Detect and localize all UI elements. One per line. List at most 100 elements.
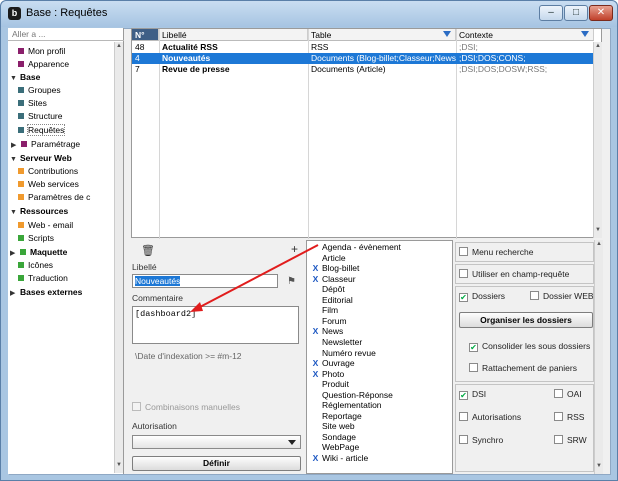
combinaisons-checkbox[interactable] xyxy=(132,402,141,411)
filter-dropdown-icon[interactable] xyxy=(443,31,451,37)
doc-type-item[interactable]: Numéro revue xyxy=(309,348,376,358)
dsi-option[interactable]: ✔ DSI xyxy=(459,389,486,400)
sidebar-item-1[interactable]: Apparence xyxy=(18,58,69,70)
sidebar-item-2[interactable]: ▼ Base xyxy=(10,71,40,83)
close-button[interactable]: ✕ xyxy=(589,5,613,21)
autorisations-checkbox[interactable] xyxy=(459,412,468,421)
consolider-checkbox[interactable]: ✔ xyxy=(469,343,478,352)
expand-toggle-icon[interactable]: ▶ xyxy=(11,140,21,152)
dsi-checkbox[interactable]: ✔ xyxy=(459,391,468,400)
doc-type-item[interactable]: X Wiki - article xyxy=(309,453,369,463)
autorisations-option[interactable]: Autorisations xyxy=(459,412,521,422)
column-header-table[interactable]: Table xyxy=(308,29,456,41)
libelle-input[interactable]: Nouveautés xyxy=(132,274,278,288)
goto-input[interactable]: Aller a ... xyxy=(8,28,124,41)
sidebar-item-13[interactable]: Web - email xyxy=(18,219,73,231)
sidebar-item-9[interactable]: Contributions xyxy=(18,165,78,177)
commentaire-textarea[interactable]: [dashboard2] xyxy=(132,306,299,344)
doc-type-item[interactable]: Reportage xyxy=(309,411,362,421)
table-row[interactable]: 48 Actualité RSS RSS ;DSI; xyxy=(132,42,594,53)
scroll-down-icon[interactable]: ▼ xyxy=(115,462,123,471)
oai-checkbox[interactable] xyxy=(554,389,563,398)
doc-type-item[interactable]: Editorial xyxy=(309,295,353,305)
definir-button[interactable]: Définir xyxy=(132,456,301,471)
expand-toggle-icon[interactable]: ▼ xyxy=(10,207,20,219)
options-scrollbar[interactable]: ▲ ▼ xyxy=(594,240,603,474)
sidebar-item-16[interactable]: Icônes xyxy=(18,259,53,271)
sidebar-item-15[interactable]: ▶ Maquette xyxy=(10,246,67,258)
srw-option[interactable]: SRW xyxy=(554,435,587,445)
sidebar-item-7[interactable]: ▶ Paramétrage xyxy=(11,138,80,150)
doc-type-item[interactable]: Film xyxy=(309,305,338,315)
autorisation-select[interactable] xyxy=(132,435,301,449)
scroll-down-icon[interactable]: ▼ xyxy=(594,227,602,236)
tree-scrollbar[interactable]: ▲ ▼ xyxy=(114,42,123,473)
doc-type-item[interactable]: X Photo xyxy=(309,369,345,379)
doc-type-item[interactable]: Produit xyxy=(309,379,349,389)
consolider-option[interactable]: ✔ Consolider les sous dossiers xyxy=(469,341,590,352)
scroll-down-icon[interactable]: ▼ xyxy=(595,463,603,472)
scroll-up-icon[interactable]: ▲ xyxy=(594,43,602,52)
doc-type-item[interactable]: Sondage xyxy=(309,432,356,442)
doc-type-item[interactable]: Réglementation xyxy=(309,400,382,410)
sidebar-item-17[interactable]: Traduction xyxy=(18,272,68,284)
oai-option[interactable]: OAI xyxy=(554,389,582,399)
sidebar-item-5[interactable]: Structure xyxy=(18,110,63,122)
doc-type-item[interactable]: Site web xyxy=(309,421,355,431)
scroll-up-icon[interactable]: ▲ xyxy=(115,43,123,52)
trash-icon[interactable]: 🗑 xyxy=(141,244,155,257)
doc-type-item[interactable]: Forum xyxy=(309,316,347,326)
doc-type-item[interactable]: X Blog-billet xyxy=(309,263,360,273)
dossier-web-checkbox[interactable] xyxy=(530,291,539,300)
sidebar-item-12[interactable]: ▼ Ressources xyxy=(10,205,68,217)
doc-type-item[interactable]: Article xyxy=(309,253,346,263)
table-row[interactable]: 4 Nouveautés Documents (Blog-billet;Classe… xyxy=(132,53,594,64)
rattachement-option[interactable]: Rattachement de paniers xyxy=(469,363,577,373)
add-icon[interactable]: + xyxy=(291,242,298,256)
scroll-up-icon[interactable]: ▲ xyxy=(595,241,603,250)
minimize-button[interactable]: – xyxy=(539,5,563,21)
sidebar-item-0[interactable]: Mon profil xyxy=(18,45,65,57)
title-bar[interactable]: b Base : Requêtes – □ ✕ xyxy=(1,1,617,27)
srw-checkbox[interactable] xyxy=(554,435,563,444)
rattachement-checkbox[interactable] xyxy=(469,363,478,372)
champ-requete-checkbox[interactable] xyxy=(459,269,468,278)
doc-type-item[interactable]: Question-Réponse xyxy=(309,390,393,400)
doc-type-item[interactable]: Dépôt xyxy=(309,284,345,294)
doc-type-item[interactable]: X Ouvrage xyxy=(309,358,355,368)
rss-checkbox[interactable] xyxy=(554,412,563,421)
rss-option[interactable]: RSS xyxy=(554,412,584,422)
column-header-num[interactable]: N° xyxy=(132,29,159,41)
sidebar-item-4[interactable]: Sites xyxy=(18,97,47,109)
combinaisons-option[interactable]: Combinaisons manuelles xyxy=(132,402,240,412)
sidebar-item-18[interactable]: ▶ Bases externes xyxy=(10,286,82,298)
synchro-option[interactable]: Synchro xyxy=(459,435,503,445)
sidebar-item-8[interactable]: ▼ Serveur Web xyxy=(10,152,72,164)
column-header-contexte[interactable]: Contexte xyxy=(456,29,594,41)
dossiers-option[interactable]: ✔ Dossiers xyxy=(459,291,505,302)
flag-icon[interactable]: ⚑ xyxy=(287,276,296,287)
sidebar-item-3[interactable]: Groupes xyxy=(18,84,61,96)
doc-type-item[interactable]: X Classeur xyxy=(309,274,356,284)
sidebar-item-6[interactable]: Requêtes xyxy=(18,124,66,136)
column-header-libelle[interactable]: Libellé xyxy=(159,29,308,41)
synchro-checkbox[interactable] xyxy=(459,435,468,444)
table-row[interactable]: 7 Revue de presse Documents (Article) ;DSI;… xyxy=(132,64,594,75)
doc-type-item[interactable]: WebPage xyxy=(309,442,359,452)
sidebar-item-14[interactable]: Scripts xyxy=(18,232,54,244)
dossier-web-option[interactable]: Dossier WEB xyxy=(530,291,594,301)
organiser-dossiers-button[interactable]: Organiser les dossiers xyxy=(459,312,593,328)
menu-recherche-option[interactable]: Menu recherche xyxy=(459,247,533,257)
sidebar-item-10[interactable]: Web services xyxy=(18,178,79,190)
doc-type-item[interactable]: Agenda - évènement xyxy=(309,242,401,252)
doc-type-item[interactable]: Newsletter xyxy=(309,337,362,347)
menu-recherche-checkbox[interactable] xyxy=(459,247,468,256)
expand-toggle-icon[interactable]: ▶ xyxy=(10,288,20,300)
sidebar-item-11[interactable]: Paramètres de c xyxy=(18,191,90,203)
maximize-button[interactable]: □ xyxy=(564,5,588,21)
table-scrollbar[interactable]: ▲ ▼ xyxy=(593,42,602,238)
dossiers-checkbox[interactable]: ✔ xyxy=(459,293,468,302)
champ-requete-option[interactable]: Utiliser en champ-requête xyxy=(459,269,569,279)
doc-type-item[interactable]: X News xyxy=(309,326,344,336)
filter-dropdown-icon[interactable] xyxy=(581,31,589,37)
